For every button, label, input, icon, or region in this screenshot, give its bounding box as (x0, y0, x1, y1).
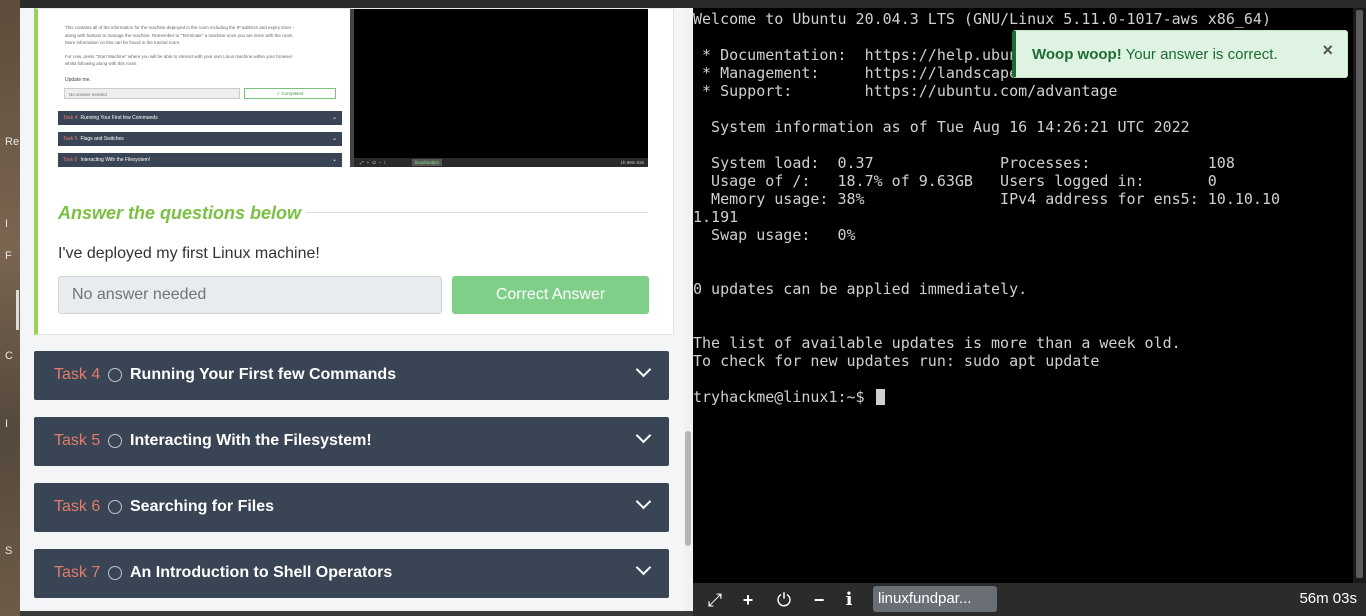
preview-text-line: along with buttons to manage the machine… (65, 33, 294, 38)
task-title: An Introduction to Shell Operators (130, 564, 393, 581)
preview-text-line: whilst following along with this room. (65, 61, 138, 66)
task-title: Interacting With the Filesystem! (130, 432, 372, 449)
preview-task-title: Interacting With the Filesystem! (80, 157, 151, 163)
success-toast: Woop woop! Your answer is correct. × (1012, 30, 1348, 78)
desktop-icon-label: I (5, 218, 9, 230)
chevron-down-icon: ⌄ (331, 136, 337, 142)
info-icon[interactable]: i (838, 589, 860, 611)
preview-answer-input: No answer needed (64, 88, 240, 99)
desktop-background: Re I F C I S (0, 0, 20, 616)
desktop-divider (16, 290, 19, 330)
power-icon[interactable]: ⏻ (773, 589, 795, 611)
preview-machine-tag: linuxfundpt1 (412, 159, 443, 166)
preview-task-num: Task 4 (63, 115, 78, 121)
chevron-down-icon (635, 493, 652, 510)
task-number: Task 4 (54, 366, 101, 383)
top-strip (0, 0, 1366, 8)
desktop-icon-label: S (5, 545, 13, 557)
plus-icon[interactable]: + (737, 589, 759, 611)
preview-text-line: This contains all of the information for… (65, 25, 295, 30)
preview-task-row: Task 5 Flags and Switches ⌄ (58, 132, 342, 146)
bottom-strip (20, 611, 693, 616)
terminal[interactable]: Welcome to Ubuntu 20.04.3 LTS (GNU/Linux… (693, 8, 1353, 583)
toast-text: Your answer is correct. (1121, 46, 1278, 63)
chevron-down-icon: ⌄ (331, 157, 337, 163)
task-number: Task 5 (54, 432, 101, 449)
circle-icon (108, 368, 122, 382)
preview-task-num: Task 6 (63, 157, 78, 163)
expand-icon[interactable]: ⤢ (704, 589, 726, 611)
preview-text-line: For now, press "Start Machine" where you… (65, 54, 293, 59)
desktop-icon-label: F (5, 250, 12, 262)
terminal-toolbar: ⤢ + ⏻ − i linuxfundpar... 56m 03s (693, 583, 1366, 616)
chevron-down-icon (635, 559, 652, 576)
toast-message: Woop woop! Your answer is correct. (1032, 46, 1278, 63)
preview-terminal: ⤢+⏻−i linuxfundpt1 1h 58m 02s (350, 9, 648, 167)
terminal-prompt: tryhackme@linux1:~$ (693, 388, 874, 406)
chevron-down-icon (635, 361, 652, 378)
desktop-icon-label: C (5, 350, 13, 362)
preview-task-row: Task 4 Running Your First few Commands ⌄ (58, 111, 342, 125)
course-panel: This contains all of the information for… (20, 8, 693, 611)
task-title: Searching for Files (130, 498, 275, 515)
scrollbar-thumb[interactable] (685, 431, 691, 546)
circle-icon (108, 566, 122, 580)
timer: 56m 03s (1299, 590, 1357, 607)
preview-text-line: More information on this can be found in… (65, 40, 181, 45)
correct-answer-button[interactable]: Correct Answer (452, 276, 649, 314)
chevron-down-icon: ⌄ (331, 115, 337, 121)
preview-task-num: Task 5 (63, 136, 78, 142)
minus-icon[interactable]: − (808, 589, 830, 611)
answers-heading: Answer the questions below (58, 203, 302, 223)
answer-input[interactable]: No answer needed (58, 276, 442, 314)
preview-completed-button: ✓ Completed (244, 88, 336, 99)
task-card: This contains all of the information for… (34, 8, 674, 335)
task-number: Task 6 (54, 498, 101, 515)
terminal-scrollbar-thumb[interactable] (1356, 10, 1363, 578)
preview-toolbar-icons: ⤢+⏻−i (360, 160, 389, 165)
chevron-down-icon (635, 427, 652, 444)
task-row-4[interactable]: Task 4 Running Your First few Commands (34, 351, 669, 400)
preview-update-label: Update me. (65, 77, 91, 83)
preview-terminal-bar: ⤢+⏻−i linuxfundpt1 1h 58m 02s (354, 158, 648, 167)
machine-tag[interactable]: linuxfundpar... (873, 586, 997, 612)
toast-title: Woop woop! (1032, 46, 1122, 63)
question-text: I've deployed my first Linux machine! (58, 245, 320, 262)
task-number: Task 7 (54, 564, 101, 581)
close-icon[interactable]: × (1322, 40, 1333, 61)
task-row-5[interactable]: Task 5 Interacting With the Filesystem! (34, 417, 669, 466)
preview-screenshot: This contains all of the information for… (58, 9, 346, 167)
desktop-icon-label: I (5, 418, 9, 430)
task-row-7[interactable]: Task 7 An Introduction to Shell Operator… (34, 549, 669, 598)
circle-icon (108, 434, 122, 448)
preview-task-row: Task 6 Interacting With the Filesystem! ⌄ (58, 153, 342, 167)
task-title: Running Your First few Commands (130, 366, 397, 383)
heading-divider (306, 212, 648, 213)
preview-timer: 1h 58m 02s (620, 160, 644, 165)
task-row-6[interactable]: Task 6 Searching for Files (34, 483, 669, 532)
preview-task-title: Running Your First few Commands (80, 115, 158, 121)
terminal-cursor (875, 389, 885, 405)
preview-task-title: Flags and Switches (80, 136, 124, 142)
desktop-icon-label: Re (5, 136, 20, 148)
circle-icon (108, 500, 122, 514)
